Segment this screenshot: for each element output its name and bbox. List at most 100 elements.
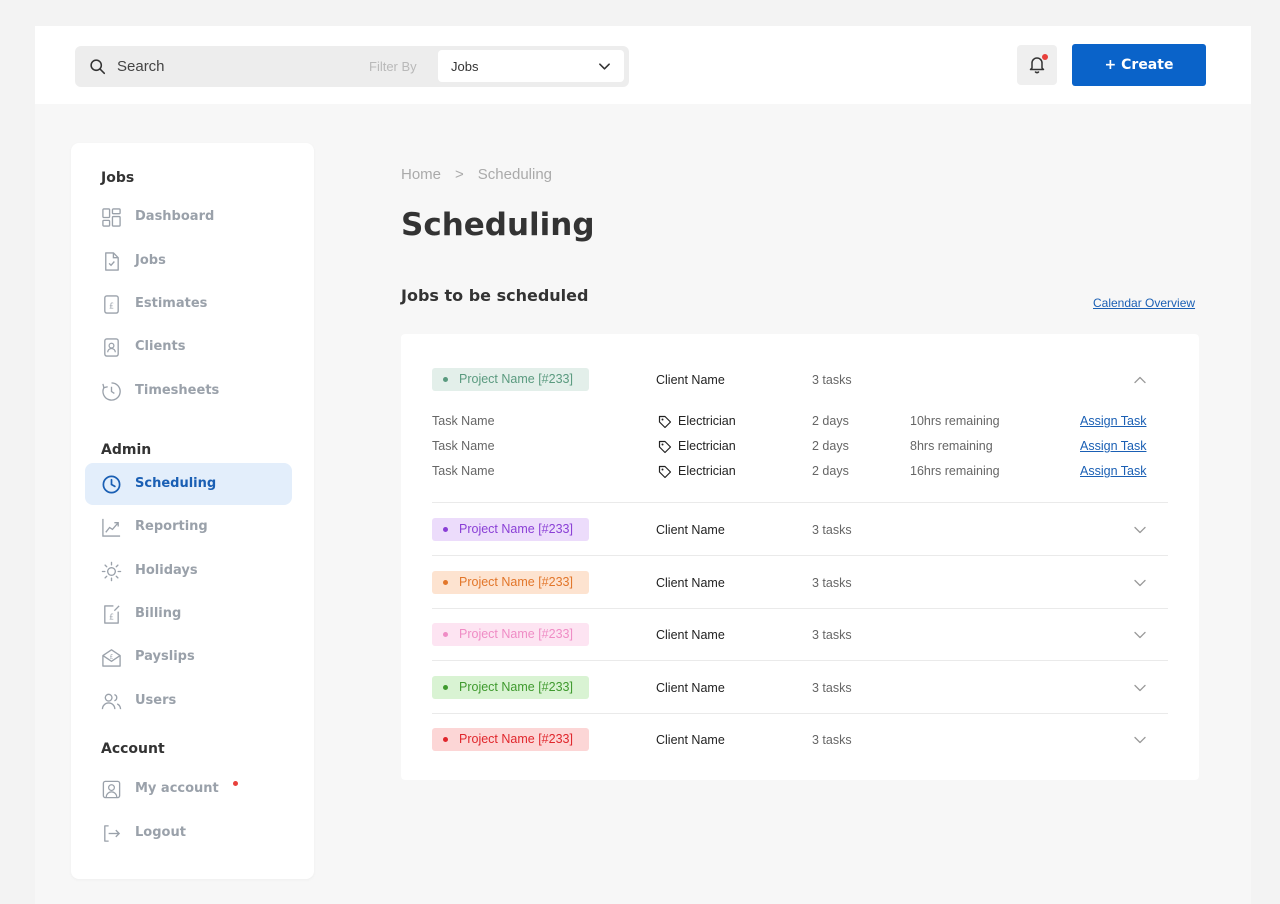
task-count: 3 tasks <box>812 373 852 387</box>
page-title: Scheduling <box>401 207 595 243</box>
task-count: 3 tasks <box>812 628 852 642</box>
sidebar-item-label: Billing <box>135 606 182 621</box>
client-name: Client Name <box>656 576 725 590</box>
sidebar-item-label: My account <box>135 781 219 796</box>
project-badge[interactable]: Project Name [#233] <box>432 571 589 594</box>
search-bar[interactable]: Search Filter By Jobs <box>75 46 629 87</box>
sidebar-item-users[interactable]: Users <box>85 680 292 722</box>
assign-task-link[interactable]: Assign Task <box>1080 414 1146 428</box>
tag-icon <box>658 415 672 429</box>
sidebar-item-estimates[interactable]: £ Estimates <box>85 283 292 325</box>
project-row[interactable]: Project Name [#233] Client Name 3 tasks <box>432 557 1168 609</box>
task-count: 3 tasks <box>812 576 852 590</box>
chevron-down-icon[interactable] <box>1133 681 1147 695</box>
chevron-down-icon[interactable] <box>1133 733 1147 747</box>
chevron-down-icon[interactable] <box>1133 628 1147 642</box>
sidebar-item-label: Estimates <box>135 296 208 311</box>
sidebar-item-dashboard[interactable]: Dashboard <box>85 196 292 238</box>
logout-icon <box>104 825 121 842</box>
badge-dot <box>443 737 448 742</box>
sun-icon <box>101 561 122 582</box>
client-name: Client Name <box>656 628 725 642</box>
top-header: Search Filter By Jobs + Create <box>35 26 1251 104</box>
project-badge[interactable]: Project Name [#233] <box>432 623 589 646</box>
sidebar-item-label: Users <box>135 693 177 708</box>
task-row: Task Name Electrician 2 days 8hrs remaining… <box>432 439 1168 459</box>
badge-dot <box>443 632 448 637</box>
project-row[interactable]: Project Name [#233] Client Name 3 tasks <box>432 662 1168 714</box>
task-count: 3 tasks <box>812 733 852 747</box>
trade-label: Electrician <box>678 439 736 453</box>
section-title: Jobs to be scheduled <box>401 286 589 305</box>
filter-select[interactable]: Jobs <box>438 50 624 82</box>
expanded-divider <box>432 502 1168 503</box>
project-badge[interactable]: Project Name [#233] <box>432 728 589 751</box>
task-row: Task Name Electrician 2 days 10hrs remainin… <box>432 414 1168 434</box>
account-icon <box>102 780 121 799</box>
calendar-overview-link[interactable]: Calendar Overview <box>1093 296 1195 310</box>
project-row[interactable]: Project Name [#233] Client Name 3 tasks <box>432 714 1168 766</box>
trade-label: Electrician <box>678 414 736 428</box>
project-name: Project Name [#233] <box>459 680 573 694</box>
badge-dot <box>443 527 448 532</box>
sidebar-item-label: Timesheets <box>135 383 220 398</box>
sidebar-item-logout[interactable]: Logout <box>85 812 292 854</box>
sidebar-item-label: Clients <box>135 339 186 354</box>
project-row[interactable]: Project Name [#233] Client Name 3 tasks <box>432 504 1168 556</box>
search-input[interactable]: Search <box>117 58 165 75</box>
payslip-icon: £ <box>102 649 121 667</box>
sidebar-item-my-account[interactable]: My account <box>85 768 292 810</box>
create-button[interactable]: + Create <box>1072 44 1206 86</box>
breadcrumb-home[interactable]: Home <box>401 166 441 183</box>
sidebar-section-account: Account <box>101 741 165 757</box>
sidebar-item-scheduling[interactable]: Scheduling <box>85 463 292 505</box>
task-count: 3 tasks <box>812 523 852 537</box>
time-remaining: 10hrs remaining <box>910 414 1000 428</box>
sidebar-item-label: Dashboard <box>135 209 215 224</box>
task-duration: 2 days <box>812 414 849 428</box>
sidebar-item-timesheets[interactable]: Timesheets <box>85 370 292 412</box>
project-name: Project Name [#233] <box>459 627 573 641</box>
task-name: Task Name <box>432 439 495 453</box>
project-name: Project Name [#233] <box>459 575 573 589</box>
sidebar-item-payslips[interactable]: £ Payslips <box>85 636 292 678</box>
filter-value: Jobs <box>451 59 479 74</box>
chevron-down-icon[interactable] <box>1133 523 1147 537</box>
project-badge[interactable]: Project Name [#233] <box>432 368 589 391</box>
assign-task-link[interactable]: Assign Task <box>1080 464 1146 478</box>
chevron-down-icon[interactable] <box>1133 576 1147 590</box>
time-remaining: 8hrs remaining <box>910 439 993 453</box>
sidebar-section-jobs: Jobs <box>101 170 135 186</box>
project-badge[interactable]: Project Name [#233] <box>432 676 589 699</box>
filter-by-label: Filter By <box>369 59 417 74</box>
client-card-icon <box>104 338 119 357</box>
notification-dot <box>1042 54 1048 60</box>
task-row: Task Name Electrician 2 days 16hrs remainin… <box>432 464 1168 484</box>
chevron-down-icon <box>599 63 610 70</box>
svg-text:£: £ <box>109 612 114 621</box>
sidebar-item-holidays[interactable]: Holidays <box>85 550 292 592</box>
sidebar-item-clients[interactable]: Clients <box>85 326 292 368</box>
sidebar-item-jobs[interactable]: Jobs <box>85 240 292 282</box>
breadcrumb-current: Scheduling <box>477 166 553 183</box>
badge-dot <box>443 580 448 585</box>
project-name: Project Name [#233] <box>459 372 573 386</box>
badge-dot <box>443 685 448 690</box>
project-row[interactable]: Project Name [#233] Client Name 3 tasks <box>432 609 1168 661</box>
chevron-up-icon[interactable] <box>1133 373 1147 387</box>
sidebar-item-label: Reporting <box>135 519 208 534</box>
sidebar-item-reporting[interactable]: Reporting <box>85 506 292 548</box>
timesheet-icon <box>102 382 121 401</box>
sidebar-item-label: Logout <box>135 825 186 840</box>
svg-text:£: £ <box>110 654 114 660</box>
project-badge[interactable]: Project Name [#233] <box>432 518 589 541</box>
notifications-button[interactable] <box>1017 45 1057 85</box>
client-name: Client Name <box>656 733 725 747</box>
chart-icon <box>102 518 121 537</box>
assign-task-link[interactable]: Assign Task <box>1080 439 1146 453</box>
tag-icon <box>658 465 672 479</box>
users-icon <box>101 693 122 710</box>
dashboard-icon <box>102 208 121 227</box>
sidebar-item-billing[interactable]: £ Billing <box>85 593 292 635</box>
breadcrumb-separator: > <box>455 166 464 183</box>
